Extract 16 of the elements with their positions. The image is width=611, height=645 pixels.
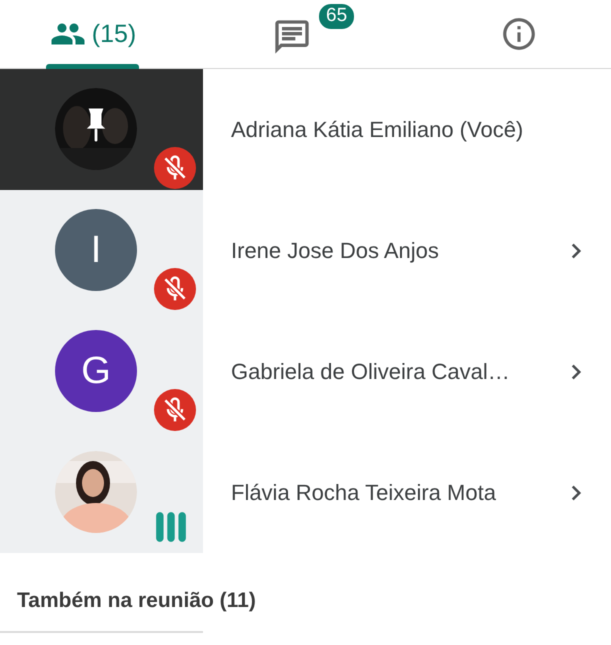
participant-count: (15) [92,20,136,48]
video-tile[interactable]: G [0,311,203,432]
participant-name: Gabriela de Oliveira Caval… [231,358,511,384]
tab[interactable]: (15) [0,0,186,68]
participant-name: Flávia Rocha Teixeira Mota [231,480,497,506]
unread-badge: 65 [317,2,356,31]
video-tile[interactable] [0,69,203,190]
section-heading: Também na reunião (11) [16,589,257,613]
video-tile[interactable] [0,432,203,553]
avatar: I [55,209,137,291]
participant-name: Irene Jose Dos Anjos [231,238,440,264]
pin-icon [85,106,107,144]
avatar: G [55,330,137,412]
video-tile[interactable]: I [0,190,203,311]
participant-name: Adriana Kátia Emiliano (Você) [231,116,524,142]
tab[interactable]: 65 [186,0,426,68]
